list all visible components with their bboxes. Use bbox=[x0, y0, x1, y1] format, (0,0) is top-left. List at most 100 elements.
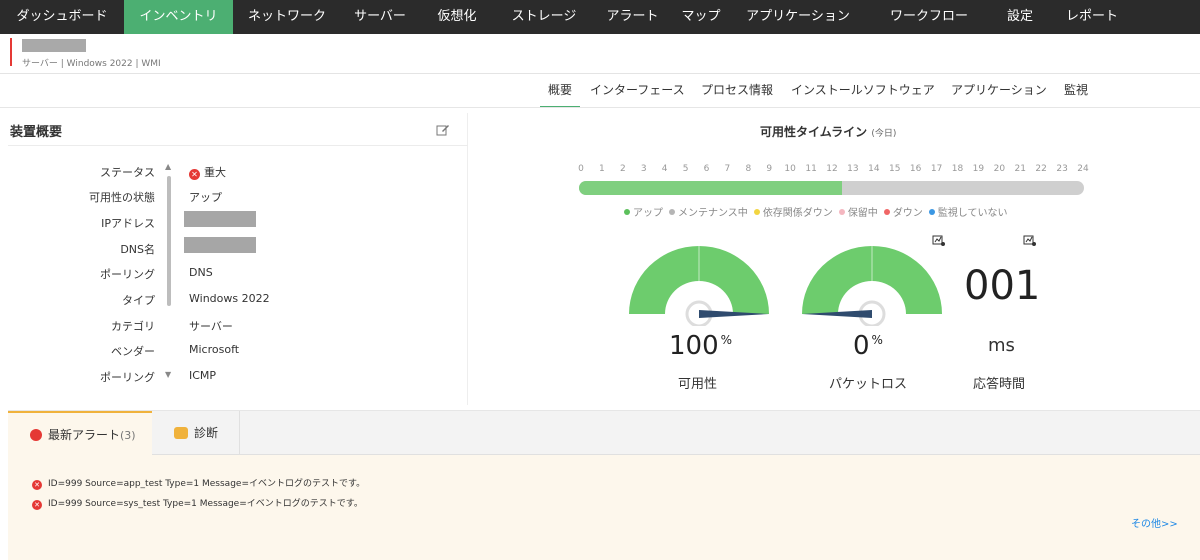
hour-tick-label: 6 bbox=[703, 164, 710, 174]
legend-item: アップ bbox=[624, 208, 663, 219]
alert-item[interactable]: ✕ ID=999 Source=app_test Type=1 Message=イ… bbox=[32, 476, 365, 490]
legend-item: 監視していない bbox=[928, 208, 1008, 219]
property-value: アップ bbox=[189, 191, 222, 204]
nav-tab-inventory[interactable]: インベントリ bbox=[124, 0, 233, 34]
property-key: IPアドレス bbox=[101, 217, 155, 230]
subtab-monitors[interactable]: 監視 bbox=[1064, 80, 1088, 108]
alert-item[interactable]: ✕ ID=999 Source=sys_test Type=1 Message=イ… bbox=[32, 496, 363, 510]
more-alerts-link[interactable]: その他>> bbox=[1131, 515, 1178, 530]
property-value: サーバー bbox=[189, 320, 233, 333]
hour-tick-label: 19 bbox=[972, 164, 985, 174]
subtab-overview[interactable]: 概要 bbox=[540, 80, 580, 108]
availability-timeline-bar[interactable] bbox=[579, 181, 1084, 195]
edit-icon[interactable] bbox=[436, 123, 450, 137]
hour-tick-label: 10 bbox=[784, 164, 796, 174]
legend-dot-icon bbox=[624, 209, 630, 215]
status-indicator-bar bbox=[10, 38, 12, 66]
property-row: ポーリング ICMP bbox=[8, 369, 468, 389]
legend-label: メンテナンス中 bbox=[678, 208, 748, 219]
legend-item: メンテナンス中 bbox=[669, 208, 748, 219]
tab-latest-alerts[interactable]: 最新アラート(3) bbox=[8, 411, 152, 456]
nav-tab-alerts[interactable]: アラート bbox=[593, 0, 672, 34]
property-row: ポーリング DNS bbox=[8, 266, 468, 286]
timeline-legend: アップ メンテナンス中 依存関係ダウン 保留中 ダウン 監視していない bbox=[624, 204, 1014, 219]
hour-tick-label: 0 bbox=[578, 164, 584, 174]
property-key: ステータス bbox=[100, 166, 155, 179]
availability-number: 100 bbox=[669, 331, 719, 361]
tab-diagnosis-label: 診断 bbox=[194, 426, 219, 440]
nav-tab-dashboard[interactable]: ダッシュボード bbox=[0, 0, 124, 34]
critical-x-icon: ✕ bbox=[189, 169, 200, 180]
alert-message: ID=999 Source=sys_test Type=1 Message=イベ… bbox=[48, 499, 363, 509]
packet-loss-label: パケットロス bbox=[829, 377, 908, 392]
legend-label: 依存関係ダウン bbox=[762, 208, 833, 219]
subtab-applications[interactable]: アプリケーション bbox=[951, 80, 1047, 108]
legend-label: アップ bbox=[633, 208, 663, 219]
hour-tick-label: 9 bbox=[766, 164, 773, 174]
hour-tick-label: 21 bbox=[1014, 164, 1026, 174]
hour-tick-label: 4 bbox=[661, 164, 668, 174]
timeline-title-text: 可用性タイムライン bbox=[760, 125, 868, 139]
availability-gauge bbox=[629, 246, 769, 326]
property-key: ベンダー bbox=[111, 345, 155, 358]
subtab-installed-software[interactable]: インストールソフトウェア bbox=[791, 80, 935, 108]
property-value: ICMP bbox=[189, 369, 217, 382]
critical-x-icon: ✕ bbox=[32, 500, 42, 510]
hour-tick-label: 23 bbox=[1056, 164, 1068, 174]
device-name-redacted bbox=[22, 39, 86, 52]
nav-tab-server[interactable]: サーバー bbox=[341, 0, 419, 34]
response-time-unit: ms bbox=[988, 335, 1015, 356]
property-row: カテゴリ サーバー bbox=[8, 318, 468, 338]
status-value: 重大 bbox=[204, 166, 226, 179]
alert-count: (3) bbox=[120, 429, 136, 442]
hour-tick-label: 22 bbox=[1035, 164, 1047, 174]
nav-tab-storage[interactable]: ストレージ bbox=[495, 0, 593, 34]
bell-icon bbox=[30, 429, 42, 441]
nav-tab-virtualization[interactable]: 仮想化 bbox=[419, 0, 495, 34]
subtab-process-info[interactable]: プロセス情報 bbox=[701, 80, 773, 108]
nav-tab-applications[interactable]: アプリケーション bbox=[730, 0, 866, 34]
packet-loss-gauge bbox=[802, 246, 942, 326]
property-row: IPアドレス bbox=[8, 211, 468, 235]
divider bbox=[0, 107, 1200, 108]
nav-tab-network[interactable]: ネットワーク bbox=[233, 0, 341, 34]
nav-tab-workflow[interactable]: ワークフロー bbox=[866, 0, 992, 34]
legend-dot-icon bbox=[928, 209, 935, 215]
property-key: ポーリング bbox=[100, 371, 155, 384]
alert-message: ID=999 Source=app_test Type=1 Message=イベ… bbox=[48, 479, 366, 489]
property-row: タイプ Windows 2022 bbox=[8, 292, 468, 312]
legend-item: ダウン bbox=[883, 208, 923, 219]
hour-tick-label: 24 bbox=[1077, 164, 1089, 174]
hour-tick-label: 11 bbox=[805, 164, 817, 174]
alerts-panel: 最新アラート(3) 診断 ✕ ID=999 Source=app_test Typ… bbox=[8, 410, 1200, 560]
property-row: ステータス ✕ 重大 bbox=[8, 164, 468, 184]
bottom-tab-bar: 最新アラート(3) 診断 bbox=[8, 411, 1200, 456]
hour-tick-label: 1 bbox=[599, 164, 605, 174]
subtab-interfaces[interactable]: インターフェース bbox=[590, 80, 685, 108]
hour-tick-label: 17 bbox=[930, 164, 943, 174]
legend-label: 監視していない bbox=[937, 208, 1008, 219]
timeline-hour-scale: 0 1 2 3 4 5 6 7 8 9 10 11 12 13 14 15 16 17 18 19 20 21 22 23 24 bbox=[578, 164, 1089, 176]
tab-diagnosis[interactable]: 診断 bbox=[152, 411, 240, 455]
critical-x-icon: ✕ bbox=[32, 480, 42, 490]
hour-tick-label: 20 bbox=[993, 164, 1006, 174]
chart-settings-icon[interactable] bbox=[1023, 235, 1037, 247]
property-row: ベンダー Microsoft bbox=[8, 343, 468, 363]
dns-name-redacted bbox=[184, 237, 256, 253]
availability-label: 可用性 bbox=[678, 377, 718, 392]
hour-tick-label: 12 bbox=[826, 164, 838, 174]
property-row: 可用性の状態 アップ bbox=[8, 189, 468, 209]
property-key: DNS名 bbox=[120, 243, 155, 256]
availability-panel: 可用性タイムライン (今日) 0 1 2 3 4 5 6 7 8 9 10 11 12 13 14 15 16 1… bbox=[470, 113, 1200, 408]
nav-tab-settings[interactable]: 設定 bbox=[992, 0, 1048, 34]
response-time-label: 応答時間 bbox=[973, 377, 1026, 392]
legend-dot-icon bbox=[669, 209, 675, 215]
device-header: サーバー | Windows 2022 | WMI bbox=[0, 34, 1200, 74]
nav-tab-map[interactable]: マップ bbox=[672, 0, 730, 34]
property-value: DNS bbox=[189, 266, 213, 279]
nav-tab-reports[interactable]: レポート bbox=[1048, 0, 1136, 34]
availability-unit: % bbox=[720, 333, 733, 347]
top-nav: ダッシュボード インベントリ ネットワーク サーバー 仮想化 ストレージ アラー… bbox=[0, 0, 1200, 34]
response-time-value: 001 bbox=[964, 263, 1041, 309]
availability-value: 100% bbox=[669, 331, 732, 361]
